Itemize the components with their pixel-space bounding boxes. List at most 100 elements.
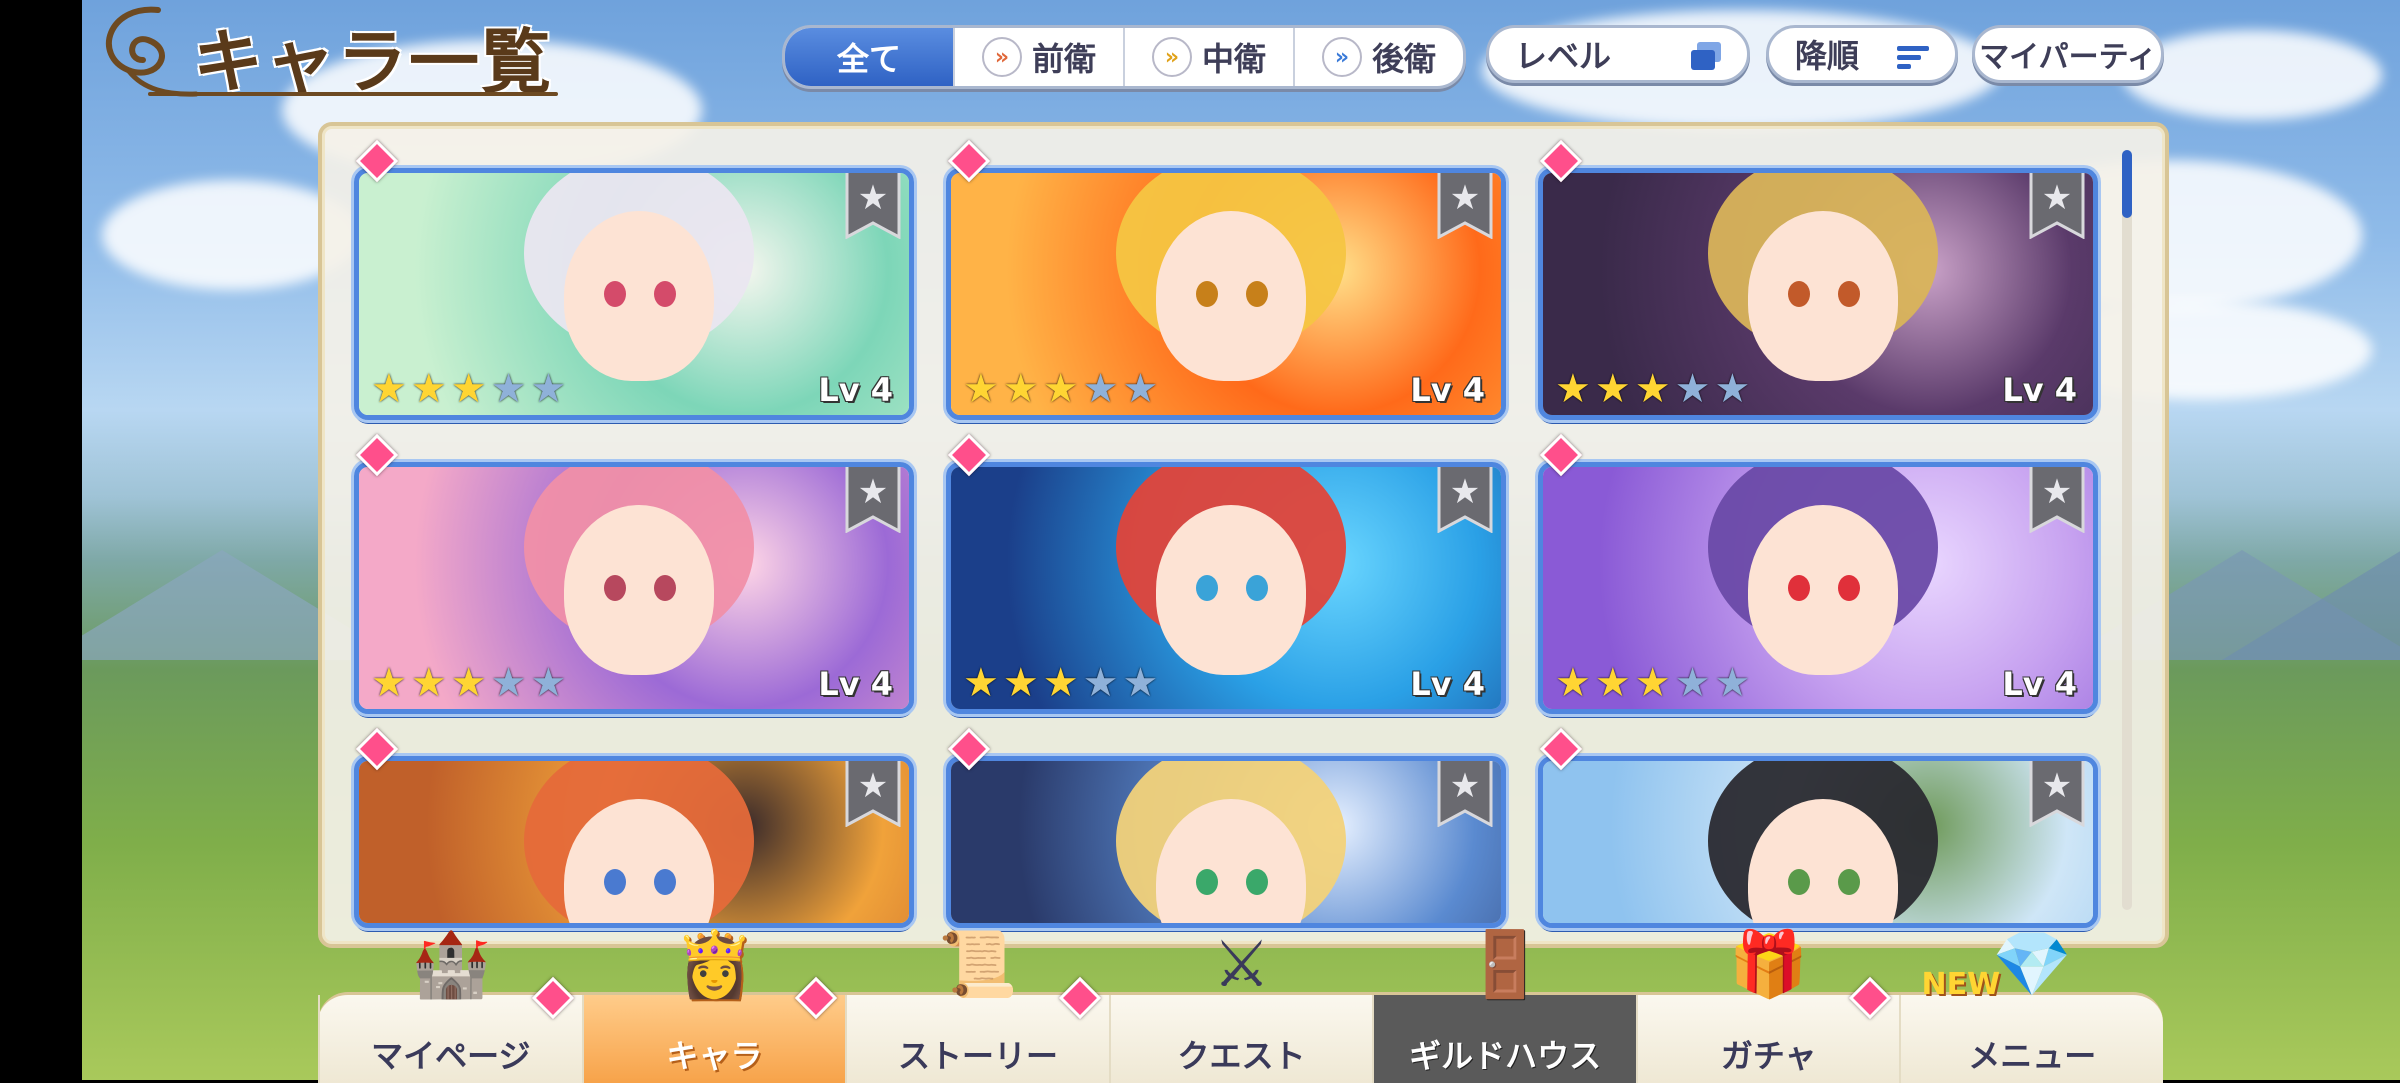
star-icon: ★ [1002, 660, 1039, 706]
character-icon: 👸 [674, 928, 755, 1002]
favorite-star-icon[interactable]: ★ [1435, 756, 1495, 827]
favorite-star-icon[interactable]: ★ [2027, 756, 2087, 827]
star-icon: ★ [1002, 366, 1039, 412]
my-party-button[interactable]: マイパーティ [1972, 25, 2164, 83]
character-card[interactable]: ★ [354, 756, 914, 928]
tab-front[interactable]: » 前衛 [953, 28, 1123, 86]
nav-item-label: マイページ [371, 1037, 531, 1075]
nav-item-2[interactable]: 📜 ストーリー [845, 933, 1109, 1083]
character-eye [1838, 869, 1860, 895]
star-icon: ★ [450, 366, 487, 412]
tab-all-label: 全て [836, 40, 901, 78]
character-card[interactable]: ★ [1538, 756, 2098, 928]
back-chevron-icon: » [1321, 37, 1362, 77]
character-level: Lv 4 [1410, 371, 1485, 409]
star-icon: ★ [1714, 366, 1751, 412]
sword-shield-icon: ⚔ [1212, 928, 1271, 1002]
favorite-star-icon[interactable]: ★ [1435, 168, 1495, 239]
character-face [1156, 505, 1306, 675]
rarity-stars: ★ ★ ★ ★ ★ [963, 663, 1158, 703]
tab-middle[interactable]: » 中衛 [1123, 28, 1293, 86]
rarity-stars: ★ ★ ★ ★ ★ [371, 663, 566, 703]
sort-order-button[interactable]: 降順 [1766, 25, 1958, 83]
character-eye [604, 869, 626, 895]
favorite-star-icon[interactable]: ★ [843, 168, 903, 239]
favorite-star-icon[interactable]: ★ [1435, 462, 1495, 533]
nav-item-3[interactable]: ⚔ クエスト [1108, 933, 1373, 1083]
character-eye [1788, 281, 1810, 307]
character-eye [1246, 281, 1268, 307]
favorite-star-icon[interactable]: ★ [843, 462, 903, 533]
title-underline [148, 92, 558, 96]
scrollbar-thumb[interactable] [2122, 150, 2132, 218]
character-card[interactable]: ★ ★ ★ ★ ★ Lv 4 ★ [1538, 462, 2098, 714]
character-eye [1196, 869, 1218, 895]
character-face [1748, 505, 1898, 675]
svg-text:★: ★ [1450, 178, 1480, 218]
character-face [564, 211, 714, 381]
guild-door-icon: 🚪 [1465, 928, 1545, 1002]
nav-item-label: キャラ [666, 1037, 763, 1075]
crystal-icon: 💎 [1992, 928, 2073, 1002]
star-icon: ★ [450, 660, 487, 706]
character-card[interactable]: ★ ★ ★ ★ ★ Lv 4 ★ [946, 462, 1506, 714]
nav-item-6[interactable]: 💎 NEW メニュー [1899, 933, 2163, 1083]
character-eye [1196, 281, 1218, 307]
nav-item-0[interactable]: 🏰 マイページ [318, 933, 582, 1083]
svg-text:★: ★ [858, 766, 888, 806]
star-icon: ★ [1714, 660, 1751, 706]
star-icon: ★ [1082, 366, 1119, 412]
front-chevron-icon: » [981, 37, 1022, 77]
nav-item-label: メニュー [1968, 1037, 2097, 1075]
favorite-star-icon[interactable]: ★ [843, 756, 903, 827]
character-eye [654, 575, 676, 601]
star-icon: ★ [530, 366, 567, 412]
character-card[interactable]: ★ ★ ★ ★ ★ Lv 4 ★ [946, 168, 1506, 420]
character-face [1748, 211, 1898, 381]
new-label: NEW [1921, 967, 2001, 1002]
sort-key-label: レベル [1515, 37, 1612, 75]
character-eye [1838, 575, 1860, 601]
character-card[interactable]: ★ [946, 756, 1506, 928]
page-title-block: キャラ一覧 [88, 0, 558, 105]
sort-key-button[interactable]: レベル [1486, 25, 1750, 83]
nav-item-5[interactable]: 🎁 ガチャ [1635, 933, 1900, 1083]
sort-descending-icon [1897, 46, 1929, 69]
nav-item-1[interactable]: 👸 キャラ [581, 933, 846, 1083]
svg-text:★: ★ [858, 472, 888, 512]
character-level: Lv 4 [818, 371, 893, 409]
star-icon: ★ [1555, 366, 1591, 412]
rarity-stars: ★ ★ ★ ★ ★ [371, 369, 566, 409]
tab-back-label: 後衛 [1371, 40, 1436, 78]
rarity-stars: ★ ★ ★ ★ ★ [1555, 369, 1750, 409]
tab-middle-label: 中衛 [1201, 40, 1266, 78]
nav-item-label: ストーリー [897, 1037, 1058, 1075]
star-icon: ★ [1042, 366, 1079, 412]
character-card[interactable]: ★ ★ ★ ★ ★ Lv 4 ★ [354, 168, 914, 420]
character-eye [604, 575, 626, 601]
favorite-star-icon[interactable]: ★ [2027, 462, 2087, 533]
rarity-stars: ★ ★ ★ ★ ★ [1555, 663, 1750, 703]
tab-all[interactable]: 全て [785, 28, 953, 86]
star-icon: ★ [410, 660, 447, 706]
character-eye [1838, 281, 1860, 307]
position-filter-tabs: 全て » 前衛 » 中衛 » 後衛 [782, 25, 1466, 89]
scrollbar-track[interactable] [2122, 150, 2132, 910]
star-icon: ★ [410, 366, 447, 412]
favorite-star-icon[interactable]: ★ [2027, 168, 2087, 239]
character-level: Lv 4 [2002, 665, 2077, 703]
nav-item-4[interactable]: 🚪 ギルドハウス [1372, 933, 1636, 1083]
layers-icon [1691, 42, 1721, 70]
star-icon: ★ [1082, 660, 1119, 706]
star-icon: ★ [490, 660, 527, 706]
svg-text:★: ★ [858, 178, 888, 218]
character-card[interactable]: ★ ★ ★ ★ ★ Lv 4 ★ [1538, 168, 2098, 420]
gacha-icon: 🎁 [1728, 928, 1809, 1002]
character-card[interactable]: ★ ★ ★ ★ ★ Lv 4 ★ [354, 462, 914, 714]
character-portrait [359, 761, 909, 923]
star-icon: ★ [371, 660, 407, 706]
character-eye [1246, 869, 1268, 895]
tab-front-label: 前衛 [1031, 40, 1096, 78]
tab-back[interactable]: » 後衛 [1293, 28, 1463, 86]
character-level: Lv 4 [818, 665, 893, 703]
